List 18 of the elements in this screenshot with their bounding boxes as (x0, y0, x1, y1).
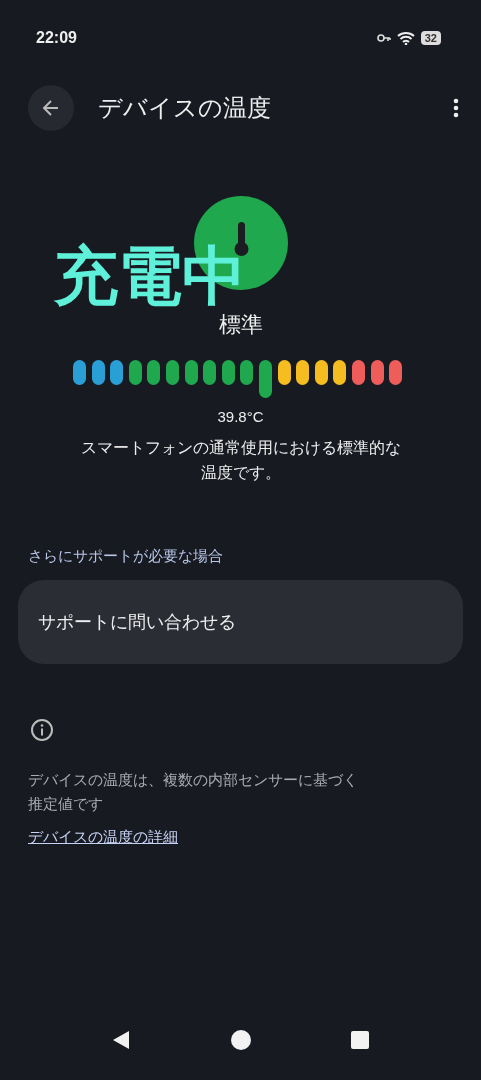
back-nav-icon[interactable] (112, 1030, 130, 1050)
back-arrow-icon (41, 98, 61, 118)
back-button[interactable] (28, 85, 74, 131)
section-heading: さらにサポートが必要な場合 (28, 547, 224, 566)
wifi-icon (396, 31, 415, 45)
temperature-reading: 39.8°C (216, 408, 265, 425)
info-text: デバイスの温度は、複数の内部センサーに基づく推定値です (28, 770, 359, 815)
home-nav-icon[interactable] (230, 1030, 251, 1050)
details-link[interactable]: デバイスの温度の詳細 (28, 828, 178, 847)
info-icon (30, 718, 54, 742)
key-icon (376, 34, 391, 42)
more-options-icon[interactable] (453, 98, 459, 118)
contact-support-button[interactable]: サポートに問い合わせる (18, 580, 463, 664)
page-title: デバイスの温度 (98, 93, 272, 124)
status-time: 22:09 (36, 29, 77, 47)
status-description: スマートフォンの通常使用における標準的な温度です。 (80, 437, 401, 484)
status-label: 標準 (217, 311, 264, 339)
battery-indicator: 32 (420, 31, 441, 45)
